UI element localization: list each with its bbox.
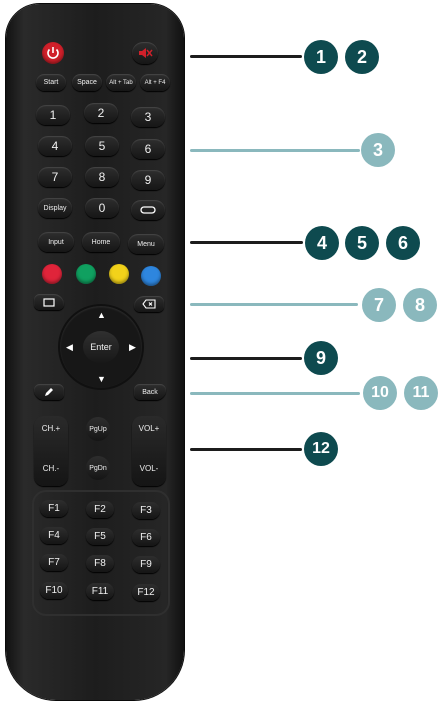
callout-line-9 [190,357,302,360]
f1-button[interactable]: F1 [40,500,68,517]
number-button-7[interactable]: 7 [38,167,72,187]
channel-down-label: CH.- [42,464,60,473]
screen-icon [43,297,55,307]
callout-badge-9: 9 [304,341,338,375]
start-button[interactable]: Start [36,74,66,91]
pen-button[interactable] [34,384,64,400]
f4-button[interactable]: F4 [40,527,68,544]
remote-control: Start Space Alt + Tab Alt + F4 1 2 3 4 5… [6,4,184,700]
alt-f4-button[interactable]: Alt + F4 [140,74,170,91]
f2-button[interactable]: F2 [86,501,114,518]
screen-button[interactable] [34,294,64,310]
volume-rocker[interactable]: VOL+ VOL- [132,416,166,486]
f3-button[interactable]: F3 [132,502,160,519]
mute-button[interactable] [132,42,158,64]
menu-button[interactable]: Menu [128,234,164,254]
up-arrow-icon[interactable]: ▲ [97,310,106,320]
f12-button[interactable]: F12 [132,584,160,601]
callout-badge-6: 6 [386,226,420,260]
page-up-button[interactable]: PgUp [86,417,110,441]
callout-badge-1: 1 [304,40,338,74]
yellow-button[interactable] [109,264,129,284]
loop-icon [140,206,156,214]
number-button-8[interactable]: 8 [85,167,119,187]
channel-up-label: CH.+ [41,424,61,433]
loop-button[interactable] [131,200,165,220]
home-button[interactable]: Home [82,232,120,252]
callout-line-3 [190,149,360,152]
number-button-2[interactable]: 2 [84,103,118,123]
function-key-group: F1 F2 F3 F4 F5 F6 F7 F8 F9 F10 F11 F12 [32,490,170,616]
back-button[interactable]: Back [134,384,166,400]
mute-icon [139,48,153,58]
volume-up-label: VOL+ [138,424,160,433]
number-button-5[interactable]: 5 [85,136,119,156]
pen-icon [45,388,53,396]
callout-badge-2: 2 [345,40,379,74]
callout-badge-10: 10 [363,376,397,410]
callout-line-7-8 [190,303,358,306]
number-button-9[interactable]: 9 [131,170,165,190]
enter-button[interactable]: Enter [83,331,119,363]
red-button[interactable] [42,264,62,284]
display-button[interactable]: Display [38,198,72,218]
channel-rocker[interactable]: CH.+ CH.- [34,416,68,486]
left-arrow-icon[interactable]: ◀ [66,342,73,353]
number-button-1[interactable]: 1 [36,105,70,125]
callout-badge-8: 8 [403,288,437,322]
f7-button[interactable]: F7 [40,554,68,571]
directional-pad: ▲ ▼ ◀ ▶ Enter [60,306,142,388]
callout-line-12 [190,448,302,451]
number-button-6[interactable]: 6 [131,139,165,159]
page-down-button[interactable]: PgDn [86,456,110,480]
power-button[interactable] [42,42,64,64]
callout-badge-11: 11 [404,376,438,410]
number-button-0[interactable]: 0 [85,198,119,218]
f9-button[interactable]: F9 [132,556,160,573]
volume-down-label: VOL- [139,464,159,473]
backspace-icon [142,299,156,309]
f8-button[interactable]: F8 [86,555,114,572]
callout-badge-3: 3 [361,133,395,167]
f10-button[interactable]: F10 [40,582,68,599]
right-arrow-icon[interactable]: ▶ [129,342,136,353]
callout-badge-7: 7 [362,288,396,322]
callout-line-1-2 [190,55,302,58]
space-button[interactable]: Space [72,74,102,91]
callout-line-10-11 [190,392,360,395]
callout-line-4-6 [190,241,303,244]
blue-button[interactable] [141,266,161,286]
number-button-4[interactable]: 4 [38,136,72,156]
input-button[interactable]: Input [38,232,74,252]
f5-button[interactable]: F5 [86,528,114,545]
f11-button[interactable]: F11 [86,583,114,600]
number-button-3[interactable]: 3 [131,107,165,127]
delete-button[interactable] [134,296,164,312]
callout-badge-5: 5 [345,226,379,260]
power-icon [47,47,59,59]
green-button[interactable] [76,264,96,284]
f6-button[interactable]: F6 [132,529,160,546]
callout-badge-12: 12 [304,432,338,466]
callout-badge-4: 4 [305,226,339,260]
down-arrow-icon[interactable]: ▼ [97,374,106,384]
alt-tab-button[interactable]: Alt + Tab [106,74,136,91]
